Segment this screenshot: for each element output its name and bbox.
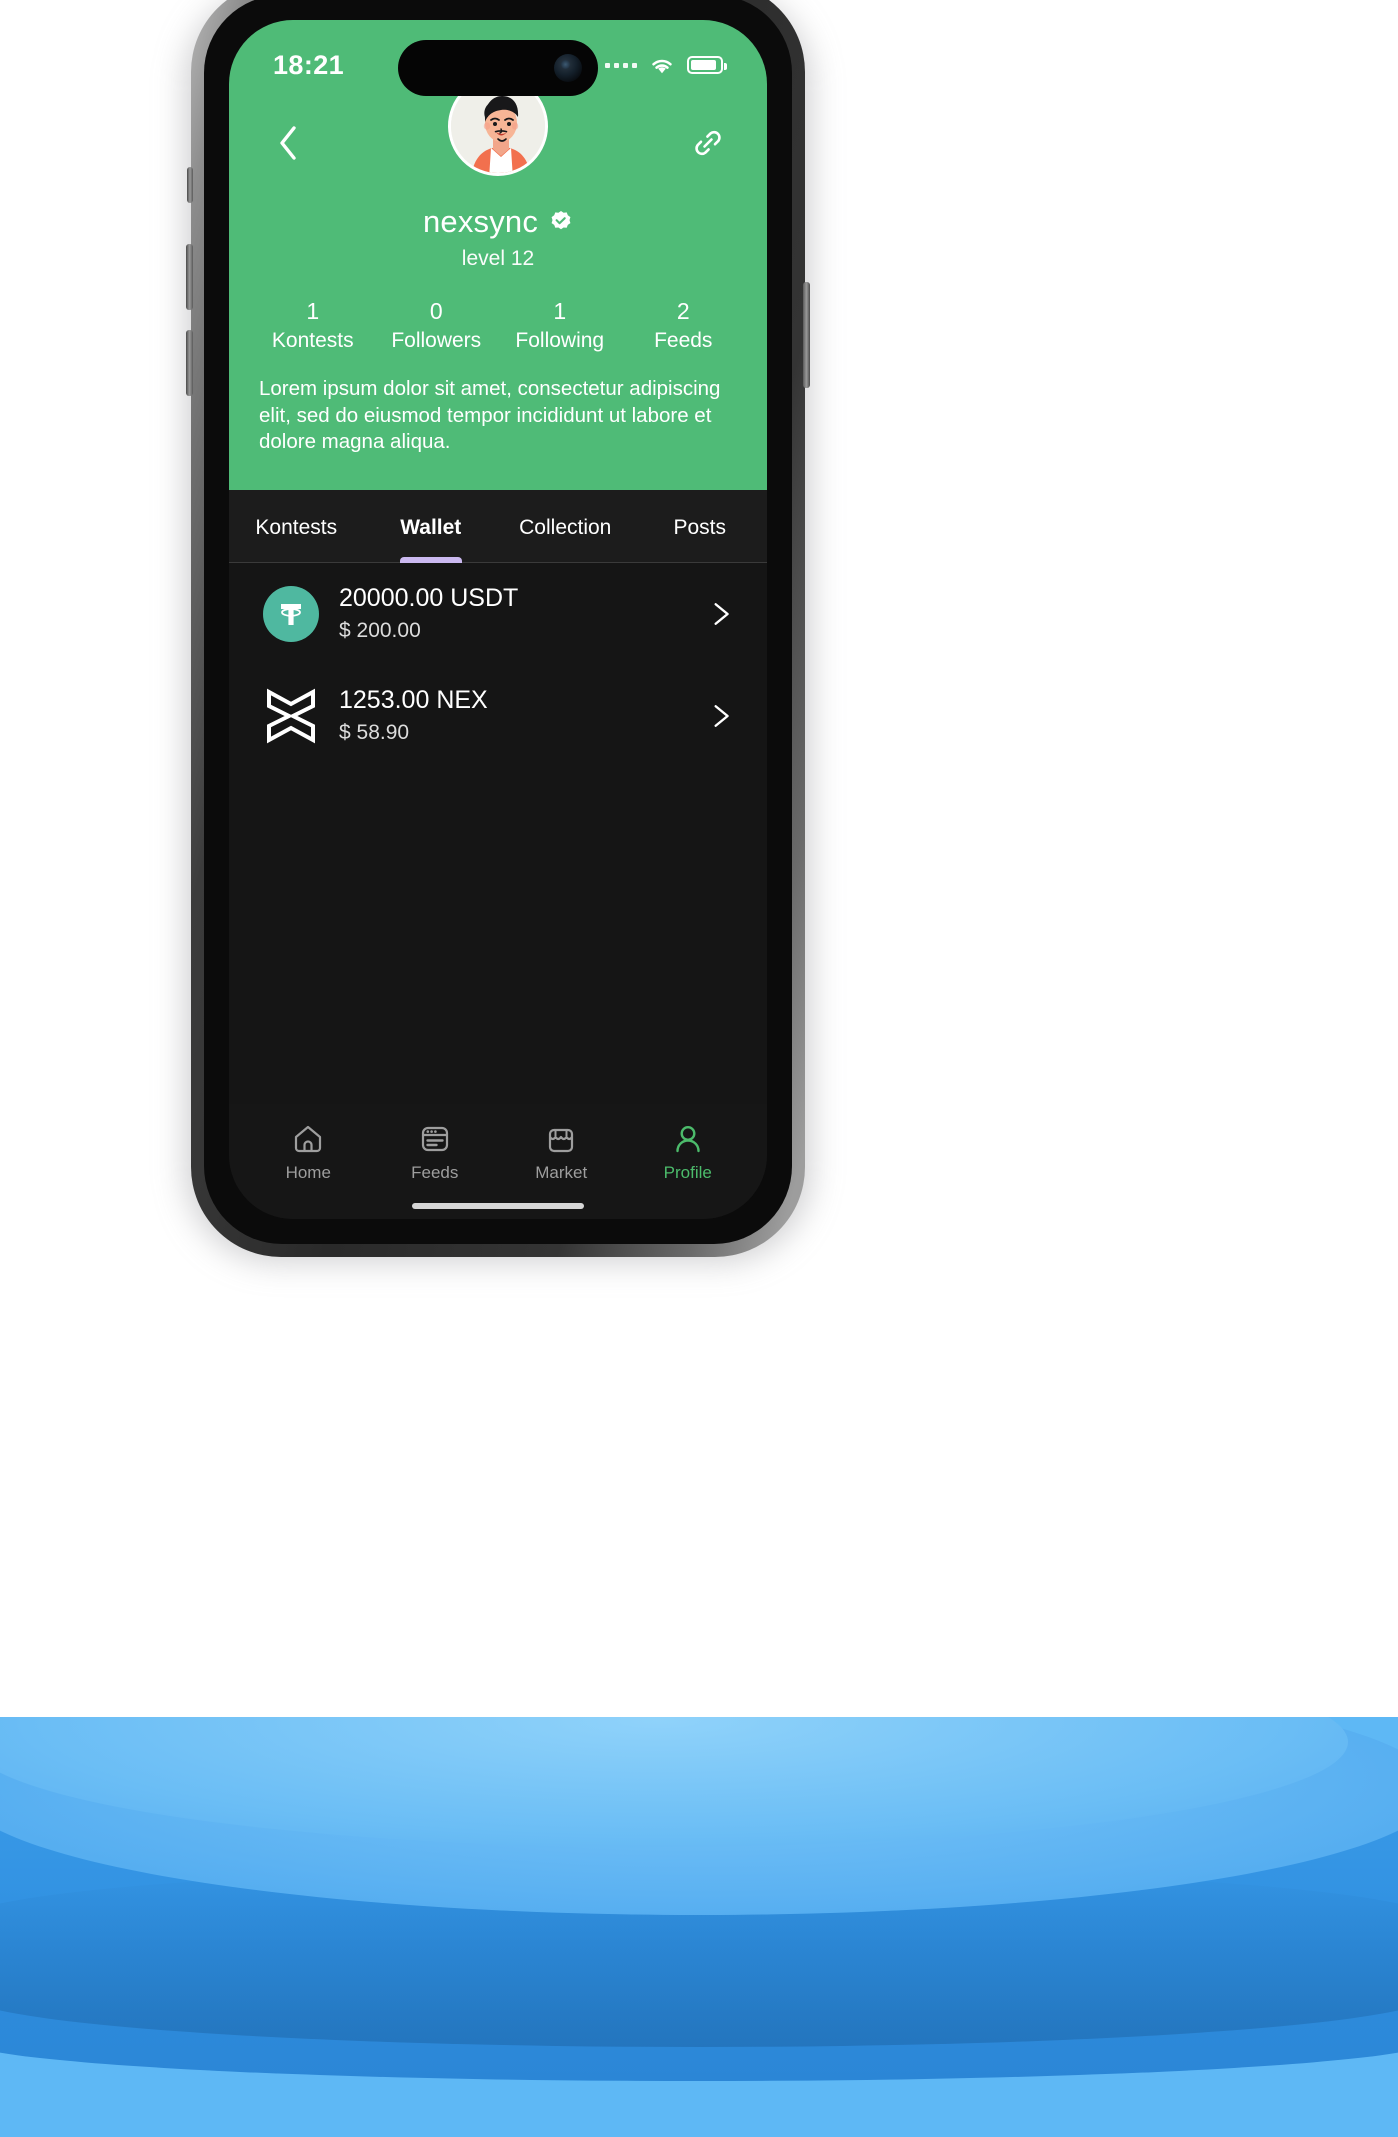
- home-indicator[interactable]: [229, 1193, 767, 1219]
- person-icon: [676, 1125, 700, 1153]
- nav-label: Market: [535, 1163, 588, 1182]
- phone-device: 18:21 nexsync level 12 1 Kontests 0 Foll…: [185, 0, 811, 1262]
- volume-down-button[interactable]: [186, 330, 193, 396]
- tether-usdt-icon: [263, 586, 319, 643]
- nex-token-icon: [267, 689, 315, 744]
- share-link-button[interactable]: [681, 116, 735, 170]
- phone-frame: 18:21 nexsync level 12 1 Kontests 0 Foll…: [186, 0, 810, 1257]
- wallet-list: 20000.00 USDT $ 200.00 1253.00 NEX $ 58.…: [229, 562, 767, 1104]
- nav-item-home[interactable]: Home: [245, 1122, 372, 1183]
- power-button[interactable]: [803, 282, 810, 388]
- stat-label: Following: [515, 328, 605, 352]
- nav-item-feeds[interactable]: Feeds: [372, 1122, 499, 1183]
- profile-stats: 1 Kontests 0 Followers 1 Following 2 Fee…: [229, 297, 767, 354]
- link-chain-icon: [695, 130, 721, 156]
- feeds-window-icon: [421, 1126, 448, 1152]
- profile-tab-bar: Kontests Wallet Collection Posts: [229, 489, 768, 563]
- stat-value: 1: [553, 298, 567, 324]
- podium-pedestal: [0, 1717, 1398, 2137]
- tab-label: Posts: [673, 515, 727, 539]
- stat-value: 0: [429, 298, 443, 324]
- coin-icon-wrap: [263, 586, 319, 643]
- signal-dots-icon: [605, 62, 637, 68]
- back-button[interactable]: [261, 116, 315, 170]
- tab-wallet[interactable]: Wallet: [364, 490, 499, 562]
- stat-label: Followers: [391, 328, 482, 352]
- tab-label: Collection: [519, 515, 612, 539]
- market-store-icon: [549, 1128, 574, 1153]
- status-bar-time: 18:21: [273, 49, 345, 80]
- chevron-right-icon[interactable]: [707, 601, 733, 627]
- bottom-navigation: Home Feeds Market Profile: [229, 1104, 767, 1193]
- tab-posts[interactable]: Posts: [633, 490, 768, 562]
- stat-value: 1: [306, 298, 320, 324]
- podium-top-highlight: [0, 1717, 1348, 1847]
- nav-item-market[interactable]: Market: [498, 1122, 625, 1183]
- tab-label: Wallet: [400, 515, 462, 539]
- phone-bezel: 18:21 nexsync level 12 1 Kontests 0 Foll…: [204, 0, 792, 1244]
- verified-badge-icon: [551, 211, 571, 230]
- stat-value: 2: [676, 298, 690, 324]
- stat-kontests[interactable]: 1 Kontests: [251, 297, 375, 354]
- home-icon: [295, 1125, 322, 1153]
- wallet-usd-value: $ 200.00: [339, 618, 421, 642]
- nav-label: Home: [285, 1163, 331, 1182]
- front-camera-icon: [554, 54, 582, 82]
- nav-label: Profile: [663, 1163, 712, 1182]
- battery-icon: [687, 56, 727, 74]
- wallet-amount: 1253.00 NEX: [339, 686, 488, 715]
- username: nexsync: [422, 204, 539, 239]
- wallet-amount: 20000.00 USDT: [339, 583, 519, 612]
- nav-item-profile[interactable]: Profile: [625, 1122, 752, 1183]
- user-level: level 12: [461, 247, 535, 270]
- nav-label: Feeds: [411, 1163, 459, 1182]
- volume-up-button[interactable]: [186, 244, 193, 310]
- chevron-left-icon: [280, 126, 296, 160]
- mockup-scene: 18:21 nexsync level 12 1 Kontests 0 Foll…: [0, 0, 1398, 2137]
- tether-glyph: [281, 604, 301, 626]
- stat-label: Feeds: [654, 328, 713, 352]
- silent-switch[interactable]: [187, 167, 193, 203]
- wallet-row-usdt[interactable]: 20000.00 USDT $ 200.00: [229, 563, 767, 665]
- wallet-row-nex[interactable]: 1253.00 NEX $ 58.90: [229, 665, 767, 767]
- profile-bio: Lorem ipsum dolor sit amet, consectetur …: [259, 377, 721, 454]
- coin-icon-wrap: [263, 688, 319, 744]
- tab-kontests[interactable]: Kontests: [229, 490, 364, 562]
- dynamic-island: [398, 40, 598, 96]
- stat-following[interactable]: 1 Following: [498, 297, 622, 354]
- wifi-icon: [652, 59, 672, 73]
- tab-collection[interactable]: Collection: [498, 490, 633, 562]
- stat-label: Kontests: [271, 328, 354, 352]
- stat-followers[interactable]: 0 Followers: [375, 297, 499, 354]
- phone-screen: 18:21 nexsync level 12 1 Kontests 0 Foll…: [229, 20, 767, 1219]
- chevron-right-icon[interactable]: [707, 703, 733, 729]
- tab-label: Kontests: [255, 515, 338, 539]
- stat-feeds[interactable]: 2 Feeds: [622, 297, 746, 354]
- wallet-usd-value: $ 58.90: [339, 721, 410, 745]
